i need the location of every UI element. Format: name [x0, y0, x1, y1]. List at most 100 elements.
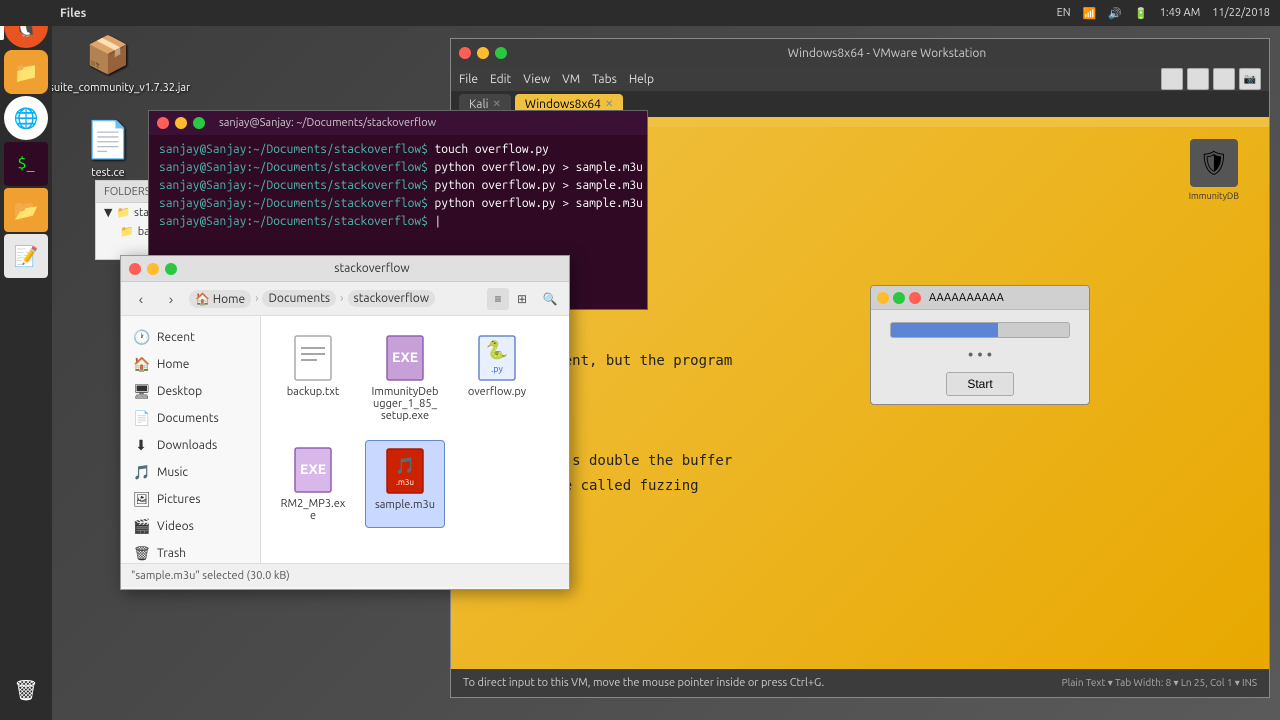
vmware-menu-vm[interactable]: VM: [562, 73, 580, 86]
sidebar-documents[interactable]: 📄 Documents: [121, 405, 260, 432]
vmware-toolbar-stop[interactable]: ⏹: [1213, 68, 1235, 90]
filemanager-close-btn[interactable]: [129, 263, 141, 275]
launcher-trash[interactable]: 🗑: [4, 668, 48, 712]
dialog-min-btn[interactable]: [877, 292, 889, 304]
sidebar-home[interactable]: 🏠 Home: [121, 351, 260, 378]
sidebar-desktop[interactable]: 🖥 Desktop: [121, 378, 260, 405]
breadcrumb-stackoverflow[interactable]: stackoverflow: [348, 290, 436, 307]
dialog-close-btn[interactable]: [909, 292, 921, 304]
breadcrumb-home[interactable]: 🏠 Home: [189, 290, 251, 308]
trash-icon: 🗑: [133, 545, 149, 562]
rm2-mp3-exe-icon: EXE: [289, 446, 337, 494]
icon-view-btn[interactable]: ⊞: [511, 288, 533, 310]
vmware-tab-win8-close[interactable]: ✕: [605, 98, 613, 110]
search-btn[interactable]: 🔍: [539, 288, 561, 310]
filemanager-toolbar: ‹ › 🏠 Home › Documents › stackoverflow ≡…: [121, 282, 569, 316]
vmware-toolbar-snapshot[interactable]: 📷: [1239, 68, 1261, 90]
filemanager-max-btn[interactable]: [165, 263, 177, 275]
desktop-icon-burpsuite[interactable]: 📦 burpsuite_community_v1.7.32.jar: [68, 30, 148, 94]
topbar-tray: EN 📶 🔊 🔋 1:49 AM 11/22/2018: [1057, 7, 1280, 20]
filemanager-window: stackoverflow ‹ › 🏠 Home › Documents › s…: [120, 255, 570, 590]
overflow-py-icon: 🐍 .py: [473, 334, 521, 382]
dialog-max-btn[interactable]: [893, 292, 905, 304]
vmware-title: Windows8x64 - VMware Workstation: [513, 47, 1261, 60]
file-rm2-mp3-exe[interactable]: EXE RM2_MP3.exe: [273, 440, 353, 528]
breadcrumb-sep-2: ›: [340, 292, 343, 305]
filemanager-statusbar: "sample.m3u" selected (30.0 kB): [121, 563, 569, 587]
vmware-menu-help[interactable]: Help: [629, 73, 654, 86]
sidebar-music-label: Music: [157, 466, 188, 479]
videos-icon: 🎬: [133, 518, 149, 535]
launcher-folder[interactable]: 📂: [4, 188, 48, 232]
sidebar-downloads[interactable]: ⬇ Downloads: [121, 432, 260, 459]
vm-text-line-12: ly, Now let's double the buffer: [471, 449, 1249, 474]
terminal-close-btn[interactable]: [157, 117, 169, 129]
sidebar-trash[interactable]: 🗑 Trash: [121, 540, 260, 563]
terminal-line-0: sanjay@Sanjay:~/Documents/stackoverflow$…: [159, 141, 637, 159]
list-view-btn[interactable]: ≡: [487, 288, 509, 310]
folder-tree-stac-arrow: ▼: [104, 206, 112, 219]
burpsuite-icon: 📦: [84, 30, 132, 78]
topbar-battery: 🔋: [1134, 7, 1148, 20]
terminal-min-btn[interactable]: [175, 117, 187, 129]
downloads-icon: ⬇: [133, 437, 149, 454]
vm-text-line-13: is technique called fuzzing: [471, 474, 1249, 499]
launcher-chrome[interactable]: 🌐: [4, 96, 48, 140]
terminal-max-btn[interactable]: [193, 117, 205, 129]
topbar-network: 📶: [1083, 7, 1097, 20]
vm-text-line-10: f input: [471, 399, 1249, 424]
vmware-tab-kali-close[interactable]: ✕: [493, 98, 501, 110]
svg-text:🎵: 🎵: [395, 457, 415, 475]
folder-icon-bac: 📁: [120, 225, 134, 238]
vmware-menu-file[interactable]: File: [459, 73, 478, 86]
vmware-menu-tabs[interactable]: Tabs: [592, 73, 617, 86]
filemanager-sidebar: 🕐 Recent 🏠 Home 🖥 Desktop 📄 Documents ⬇: [121, 316, 261, 563]
filemanager-min-btn[interactable]: [147, 263, 159, 275]
vmware-menu-edit[interactable]: Edit: [490, 73, 511, 86]
svg-text:EXE: EXE: [392, 349, 418, 365]
filemanager-titlebar: stackoverflow: [121, 256, 569, 282]
vm-icon-immunity: 🛡: [1190, 139, 1238, 187]
vmware-menu-view[interactable]: View: [523, 73, 550, 86]
desktop-icon-sidebar: 🖥: [133, 383, 149, 400]
backup-txt-icon: [289, 334, 337, 382]
vm-icon-immunity-label: ImmunityDB: [1189, 191, 1239, 201]
file-sample-m3u[interactable]: 🎵 .m3u sample.m3u: [365, 440, 445, 528]
vmware-close-btn[interactable]: [459, 47, 471, 59]
topbar-kbd: EN: [1057, 7, 1071, 19]
svg-text:EXE: EXE: [300, 461, 326, 477]
vm-text-line-7: [471, 323, 1249, 348]
filemanager-forward-btn[interactable]: ›: [159, 287, 183, 311]
vmware-tab-win8-label: Windows8x64: [525, 98, 601, 111]
dialog-dots: • • •: [968, 346, 993, 364]
topbar: Files EN 📶 🔊 🔋 1:49 AM 11/22/2018: [0, 0, 1280, 26]
file-overflow-py[interactable]: 🐍 .py overflow.py: [457, 328, 537, 428]
topbar-volume: 🔊: [1108, 7, 1122, 20]
sample-m3u-icon: 🎵 .m3u: [381, 447, 429, 495]
launcher-files[interactable]: 📁: [4, 50, 48, 94]
sidebar-recent[interactable]: 🕐 Recent: [121, 324, 260, 351]
sidebar-pictures[interactable]: 🖼 Pictures: [121, 486, 260, 513]
topbar-app-name: Files: [0, 7, 86, 20]
vmware-min-btn[interactable]: [477, 47, 489, 59]
vmware-toolbar-play[interactable]: ▶: [1161, 68, 1183, 90]
vm-text-line-8: nvalid content, but the program: [471, 349, 1249, 374]
recent-icon: 🕐: [133, 329, 149, 346]
filemanager-title: stackoverflow: [183, 262, 561, 275]
filemanager-back-btn[interactable]: ‹: [129, 287, 153, 311]
vmware-max-btn[interactable]: [495, 47, 507, 59]
sidebar-videos[interactable]: 🎬 Videos: [121, 513, 260, 540]
desktop-icon-testce[interactable]: 📄 test.ce: [68, 115, 148, 179]
file-backup-txt[interactable]: backup.txt: [273, 328, 353, 428]
breadcrumb-documents[interactable]: Documents: [262, 290, 336, 307]
dialog-start-btn[interactable]: Start: [946, 372, 1013, 396]
terminal-line-1: sanjay@Sanjay:~/Documents/stackoverflow$…: [159, 159, 637, 177]
file-immunity-exe[interactable]: EXE ImmunityDebugger_1_85_setup.exe: [365, 328, 445, 428]
vmware-toolbar-pause[interactable]: ⏸: [1187, 68, 1209, 90]
filemanager-content: backup.txt EXE ImmunityDebugger_1_85_set…: [261, 316, 569, 563]
sidebar-music[interactable]: 🎵 Music: [121, 459, 260, 486]
breadcrumb-sep-1: ›: [255, 292, 258, 305]
topbar-time: 1:49 AM: [1160, 7, 1201, 19]
launcher-gedit[interactable]: 📝: [4, 234, 48, 278]
launcher-terminal[interactable]: $_: [4, 142, 48, 186]
